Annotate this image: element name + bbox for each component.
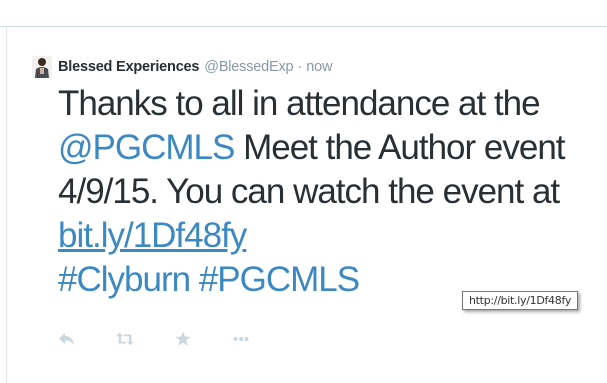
reply-icon <box>59 333 74 345</box>
tweet-card[interactable]: Blessed Experiences @BlessedExp · now Th… <box>26 56 596 302</box>
avatar[interactable] <box>32 56 52 78</box>
hashtag-pgcmls[interactable]: #PGCMLS <box>199 260 360 299</box>
more-button[interactable] <box>232 330 250 348</box>
hashtag-clyburn[interactable]: #Clyburn <box>58 260 191 299</box>
mention-link[interactable]: @PGCMLS <box>58 128 235 167</box>
link-tooltip: http://bit.ly/1Df48fy <box>462 291 579 310</box>
retweet-button[interactable] <box>116 330 134 348</box>
tweet-header: Blessed Experiences @BlessedExp · now <box>26 56 596 78</box>
url-link[interactable]: bit.ly/1Df48fy <box>58 216 247 255</box>
more-icon <box>233 337 249 341</box>
top-divider <box>0 26 607 27</box>
left-divider <box>6 26 7 383</box>
username-handle[interactable]: @BlessedExp <box>204 59 293 75</box>
tweet-actions <box>58 330 290 348</box>
tweet-text-part1: Thanks to all in attendance at the <box>58 84 541 123</box>
tweet-text: Thanks to all in attendance at the @PGCM… <box>58 82 596 302</box>
separator-dot: · <box>297 59 303 75</box>
reply-button[interactable] <box>58 330 76 348</box>
timestamp[interactable]: now <box>306 59 332 75</box>
tweet-screenshot: Blessed Experiences @BlessedExp · now Th… <box>0 0 607 383</box>
star-icon <box>175 331 191 346</box>
favorite-button[interactable] <box>174 330 192 348</box>
retweet-icon <box>116 332 134 346</box>
display-name[interactable]: Blessed Experiences <box>58 59 199 75</box>
